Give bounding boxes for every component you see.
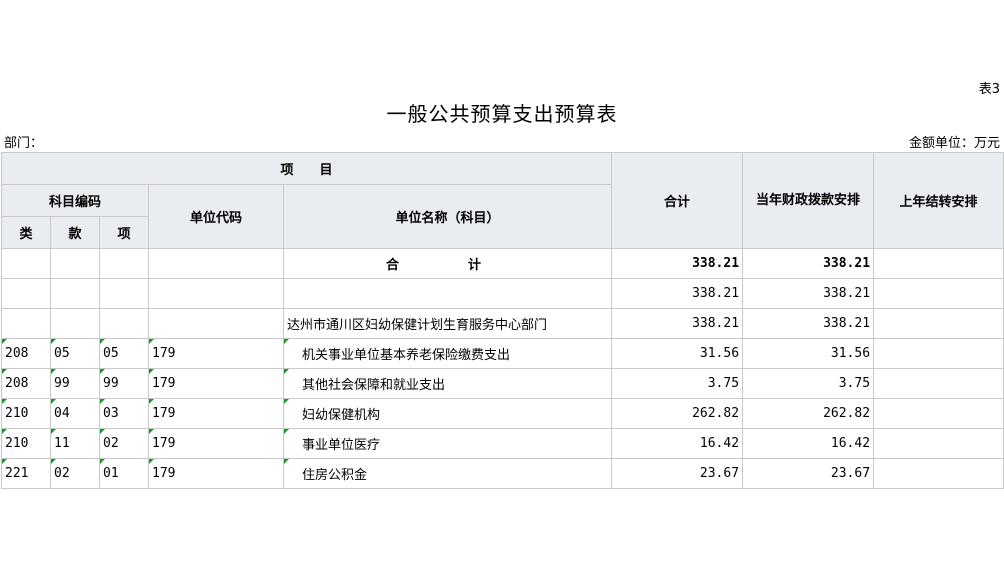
table-row: 210 04 03 179 妇幼保健机构 262.82 262.82 <box>1 398 1004 429</box>
cell-carry <box>873 308 1004 339</box>
department-label: 部门： <box>4 136 44 151</box>
cell-name: 住房公积金 <box>282 458 613 489</box>
header-current-year: 当年财政拨款安排 <box>742 152 875 249</box>
cell-lei: 208 <box>1 338 51 369</box>
header-unit-code: 单位代码 <box>148 184 284 249</box>
cell-lei <box>1 308 51 339</box>
cell-kuan: 02 <box>50 458 100 489</box>
cell-name: 妇幼保健机构 <box>282 398 613 429</box>
cell-carry <box>873 458 1004 489</box>
budget-expenditure-table: 项 目 合计 当年财政拨款安排 上年结转安排 科目编码 单位代码 单位名称（科目… <box>0 152 1004 489</box>
cell-unit-code: 179 <box>148 428 284 459</box>
cell-xiang <box>99 308 149 339</box>
cell-xiang <box>99 248 149 279</box>
header-lei: 类 <box>1 216 51 249</box>
cell-total: 338.21 <box>611 248 744 279</box>
cell-lei: 208 <box>1 368 51 399</box>
table-number: 表3 <box>978 82 1000 97</box>
cell-carry <box>873 248 1004 279</box>
cell-xiang: 99 <box>99 368 149 399</box>
header-carry-over: 上年结转安排 <box>873 152 1004 249</box>
cell-carry <box>873 278 1004 309</box>
cell-current: 16.42 <box>742 428 875 459</box>
cell-unit-code <box>148 308 284 339</box>
cell-current: 338.21 <box>742 308 875 339</box>
cell-unit-code: 179 <box>148 338 284 369</box>
cell-name: 合 计 <box>282 248 613 279</box>
cell-current: 262.82 <box>742 398 875 429</box>
cell-current: 338.21 <box>742 278 875 309</box>
cell-current: 31.56 <box>742 338 875 369</box>
cell-lei: 210 <box>1 398 51 429</box>
cell-current: 3.75 <box>742 368 875 399</box>
header-subject-code: 科目编码 <box>1 184 149 217</box>
table-row: 208 05 05 179 机关事业单位基本养老保险缴费支出 31.56 31.… <box>1 338 1004 369</box>
cell-lei <box>1 248 51 279</box>
table-row: 达州市通川区妇幼保健计划生育服务中心部门 338.21 338.21 <box>1 308 1004 339</box>
cell-xiang: 05 <box>99 338 149 369</box>
cell-current: 23.67 <box>742 458 875 489</box>
cell-total: 262.82 <box>611 398 744 429</box>
cell-kuan: 05 <box>50 338 100 369</box>
cell-total: 338.21 <box>611 278 744 309</box>
cell-kuan: 11 <box>50 428 100 459</box>
table-row-total: 合 计 338.21 338.21 <box>1 248 1004 279</box>
cell-lei <box>1 278 51 309</box>
cell-total: 23.67 <box>611 458 744 489</box>
cell-unit-code: 179 <box>148 458 284 489</box>
cell-kuan <box>50 248 100 279</box>
cell-carry <box>873 398 1004 429</box>
cell-xiang: 02 <box>99 428 149 459</box>
cell-unit-code <box>148 248 284 279</box>
cell-name: 机关事业单位基本养老保险缴费支出 <box>282 338 613 369</box>
header-total: 合计 <box>611 152 744 249</box>
cell-carry <box>873 428 1004 459</box>
cell-name: 达州市通川区妇幼保健计划生育服务中心部门 <box>282 308 613 339</box>
cell-kuan <box>50 308 100 339</box>
header-xiang: 项 <box>99 216 149 249</box>
cell-lei: 221 <box>1 458 51 489</box>
cell-total: 338.21 <box>611 308 744 339</box>
cell-current: 338.21 <box>742 248 875 279</box>
header-project: 项 目 <box>0 152 613 185</box>
cell-name <box>282 278 613 309</box>
table-row: 208 99 99 179 其他社会保障和就业支出 3.75 3.75 <box>1 368 1004 399</box>
cell-xiang: 03 <box>99 398 149 429</box>
cell-total: 31.56 <box>611 338 744 369</box>
cell-total: 3.75 <box>611 368 744 399</box>
amount-unit-label: 金额单位：万元 <box>908 136 1000 151</box>
cell-lei: 210 <box>1 428 51 459</box>
cell-kuan <box>50 278 100 309</box>
cell-carry <box>873 368 1004 399</box>
header-unit-name: 单位名称（科目） <box>282 184 613 249</box>
cell-xiang: 01 <box>99 458 149 489</box>
cell-total: 16.42 <box>611 428 744 459</box>
cell-xiang <box>99 278 149 309</box>
header-kuan: 款 <box>50 216 100 249</box>
cell-unit-code <box>148 278 284 309</box>
cell-name: 事业单位医疗 <box>282 428 613 459</box>
cell-carry <box>873 338 1004 369</box>
cell-kuan: 99 <box>50 368 100 399</box>
cell-unit-code: 179 <box>148 398 284 429</box>
cell-kuan: 04 <box>50 398 100 429</box>
cell-name: 其他社会保障和就业支出 <box>282 368 613 399</box>
table-row: 338.21 338.21 <box>1 278 1004 309</box>
table-row: 221 02 01 179 住房公积金 23.67 23.67 <box>1 458 1004 489</box>
table-row: 210 11 02 179 事业单位医疗 16.42 16.42 <box>1 428 1004 459</box>
cell-unit-code: 179 <box>148 368 284 399</box>
page-title: 一般公共预算支出预算表 <box>386 102 618 126</box>
